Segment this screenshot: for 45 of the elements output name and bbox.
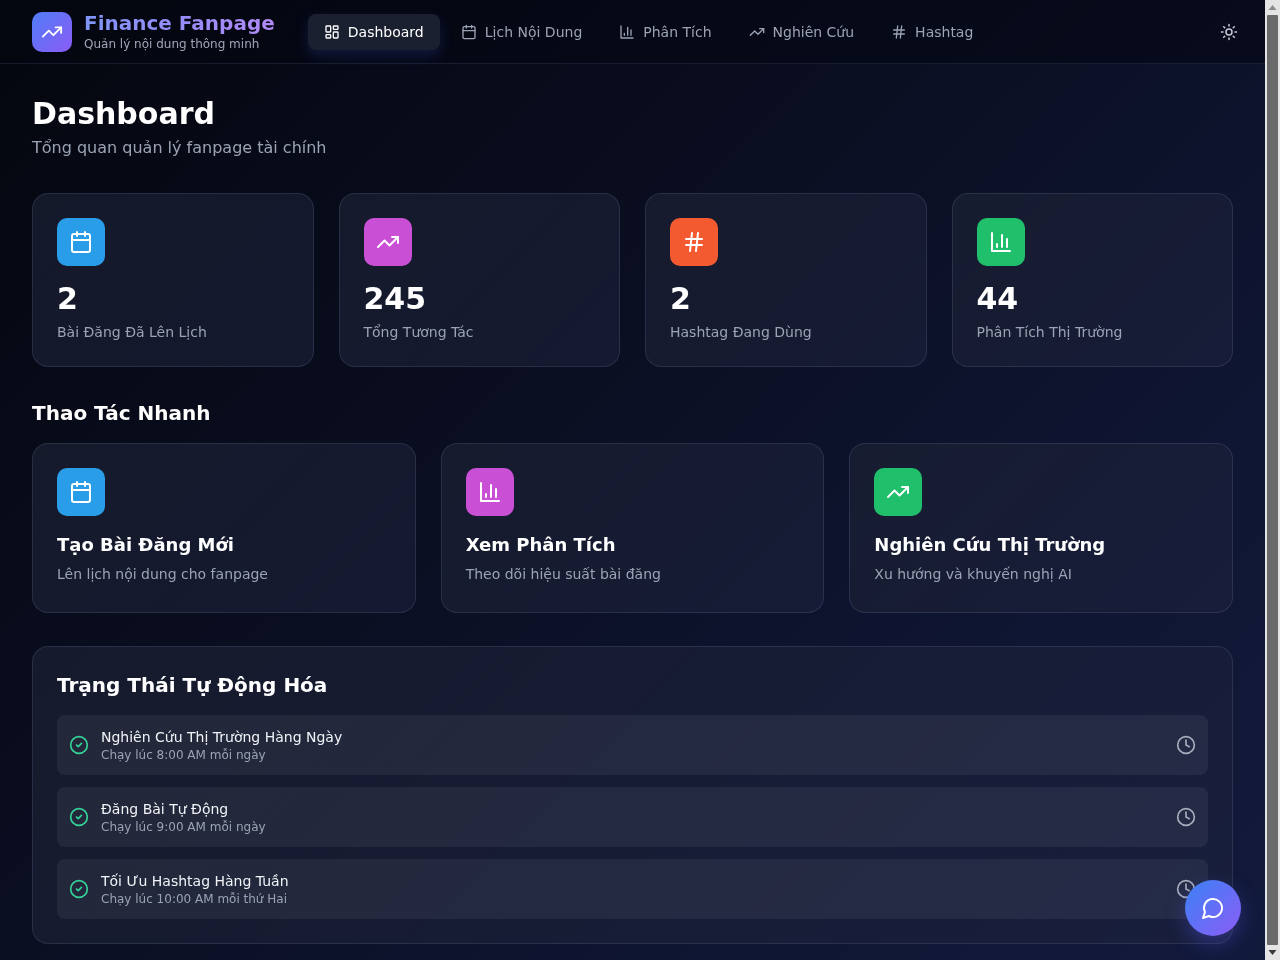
stat-label: Tổng Tương Tác [363, 323, 475, 342]
action-title: Nghiên Cứu Thị Trường [874, 533, 1107, 557]
scrollbar[interactable] [1265, 0, 1280, 960]
stat-label: Bài Đăng Đã Lên Lịch [57, 323, 208, 342]
chat-bubble-icon [1201, 896, 1225, 920]
chat-button[interactable] [1185, 880, 1241, 936]
nav-tab[interactable]: Dashboard [307, 13, 440, 50]
bar-chart-icon [619, 23, 636, 40]
stat-label: Phân Tích Thị Trường [976, 323, 1124, 342]
trend-up-logo-icon [32, 11, 72, 52]
quick-action-card[interactable]: Nghiên Cứu Thị Trường Xu hướng và khuyến nghị AI [849, 443, 1233, 613]
stat-value: 44 [976, 281, 1020, 317]
hashtag-icon [891, 23, 908, 40]
quick-action-card[interactable]: Tạo Bài Đăng Mới Lên lịch nội dung cho fanpage [32, 443, 416, 613]
nav-tab[interactable]: Lịch Nội Dung [444, 13, 599, 50]
scrollbar-thumb[interactable] [1267, 15, 1278, 945]
action-description: Theo dõi hiệu suất bài đăng [465, 565, 662, 584]
calendar-icon [460, 23, 477, 40]
stat-value: 2 [57, 281, 79, 317]
clock-icon [1176, 735, 1196, 755]
page-title: Dashboard [32, 96, 216, 132]
task-schedule: Chạy lúc 8:00 AM mỗi ngày [101, 747, 267, 763]
nav-tab[interactable]: Hashtag [875, 13, 990, 50]
sun-icon [1220, 22, 1238, 41]
task-schedule: Chạy lúc 9:00 AM mỗi ngày [101, 819, 267, 835]
page-subtitle: Tổng quan quản lý fanpage tài chính [32, 137, 328, 159]
task-name: Tối Ưu Hashtag Hàng Tuần [101, 872, 290, 891]
clock-icon [1176, 807, 1196, 827]
panel-title: Trạng Thái Tự Động Hóa [57, 672, 329, 699]
nav-tab[interactable]: Nghiên Cứu [732, 13, 871, 50]
section-title: Thao Tác Nhanh [32, 400, 212, 427]
action-title: Xem Phân Tích [465, 533, 617, 557]
nav-tab[interactable]: Phân Tích [603, 13, 728, 50]
action-title: Tạo Bài Đăng Mới [57, 533, 235, 557]
task-name: Nghiên Cứu Thị Trường Hàng Ngày [101, 728, 344, 747]
task-name: Đăng Bài Tự Động [101, 800, 230, 819]
stat-value: 2 [670, 281, 692, 317]
brand-subtitle: Quản lý nội dung thông minh [84, 36, 261, 52]
quick-action-card[interactable]: Xem Phân Tích Theo dõi hiệu suất bài đăng [440, 443, 825, 613]
action-description: Xu hướng và khuyến nghị AI [874, 565, 1073, 584]
stat-label: Hashtag Đang Dùng [670, 323, 813, 342]
dashboard-grid-icon [323, 23, 340, 40]
action-description: Lên lịch nội dung cho fanpage [57, 565, 269, 584]
stat-value: 245 [363, 281, 428, 317]
task-schedule: Chạy lúc 10:00 AM mỗi thứ Hai [101, 891, 288, 907]
